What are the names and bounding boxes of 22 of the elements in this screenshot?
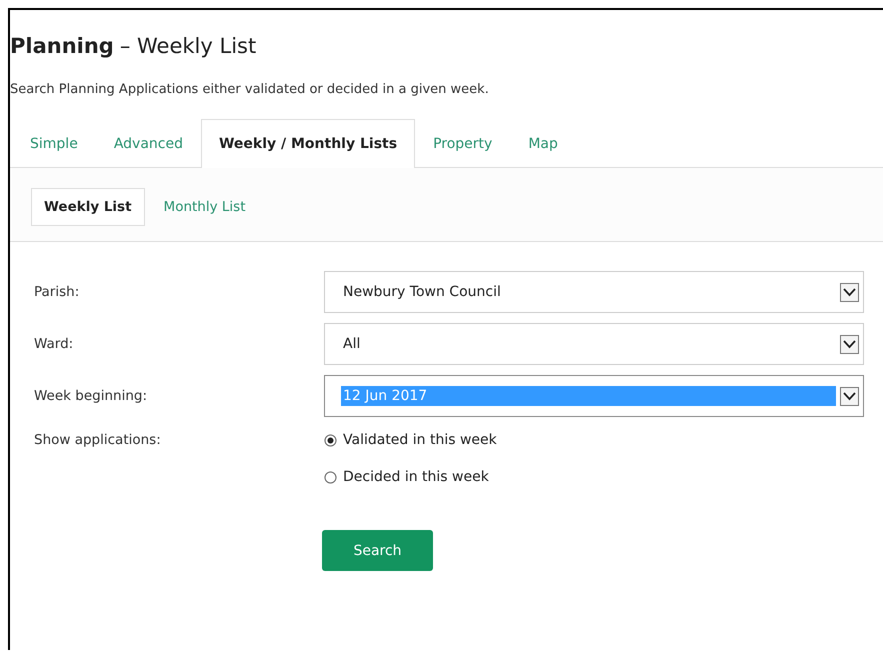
select-field[interactable]: Newbury Town Council bbox=[324, 271, 864, 313]
tab[interactable]: Simple bbox=[12, 119, 96, 167]
page-title: Planning bbox=[10, 34, 114, 58]
radio-button[interactable] bbox=[324, 470, 337, 484]
radio-label[interactable]: Validated in this week bbox=[343, 432, 497, 448]
radio-label[interactable]: Decided in this week bbox=[343, 469, 489, 485]
select-field[interactable]: 12 Jun 2017 bbox=[324, 375, 864, 417]
subtab[interactable]: Monthly List bbox=[150, 188, 258, 226]
tab[interactable]: Advanced bbox=[96, 119, 201, 167]
radio-button[interactable] bbox=[324, 434, 337, 446]
tab[interactable]: Property bbox=[415, 119, 510, 167]
subtab[interactable]: Weekly List bbox=[31, 188, 145, 226]
search-button[interactable]: Search bbox=[322, 530, 433, 571]
tab[interactable]: Map bbox=[510, 119, 576, 167]
field-label: Week beginning: bbox=[34, 388, 148, 404]
page-description: Search Planning Applications either validated or decided in a given week. bbox=[10, 82, 490, 97]
field-label: Ward: bbox=[34, 336, 74, 352]
field-label: Show applications: bbox=[34, 432, 162, 450]
field-label: Parish: bbox=[34, 284, 80, 300]
select-field[interactable]: All bbox=[324, 323, 864, 365]
tab[interactable]: Weekly / Monthly Lists bbox=[200, 119, 416, 168]
page-subtitle: – Weekly List bbox=[120, 34, 256, 58]
